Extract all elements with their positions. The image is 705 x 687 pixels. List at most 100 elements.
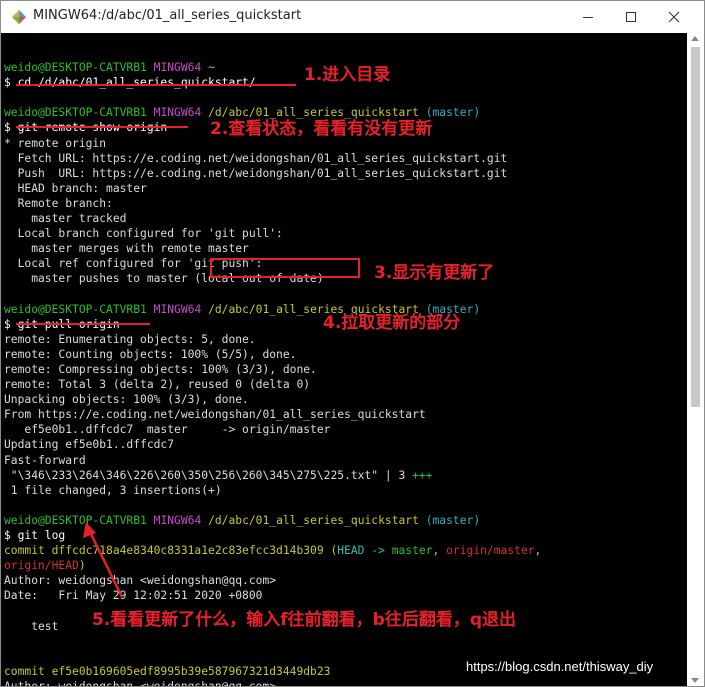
terminal-text-segment: HEAD -> (337, 544, 392, 558)
terminal-text-segment: commit dffcdc718a4e8340c8331a1e2c83efcc3… (4, 544, 324, 558)
underline-remote-show (16, 126, 188, 128)
terminal-text-segment: * remote origin (4, 136, 107, 150)
scroll-down-arrow-icon[interactable] (691, 678, 699, 683)
terminal-line: Fast-forward (4, 453, 686, 468)
terminal-text-segment: Unpacking objects: 100% (3/3), done. (4, 393, 249, 407)
terminal-text-segment: /d/abc/01_all_series_quickstart (208, 513, 419, 527)
terminal-line: remote: Total 3 (delta 2), reused 0 (del… (4, 377, 686, 392)
terminal-line: remote: Counting objects: 100% (5/5), do… (4, 347, 686, 362)
close-button[interactable] (654, 1, 694, 33)
terminal-line: Author: weidongshan <weidongshan@qq.com> (4, 573, 686, 588)
terminal-text-segment: $ git log (4, 529, 66, 542)
terminal-line: master merges with remote master (4, 241, 686, 256)
terminal-text-segment: master tracked (4, 212, 127, 226)
terminal-text-segment: master merges with remote master (4, 242, 249, 256)
terminal-text-segment: , (534, 544, 542, 558)
terminal-text-segment: ~ (208, 61, 215, 75)
terminal-line: Author: weidongshan <weidongshan@qq.com> (4, 679, 686, 687)
terminal-text-segment: Author: weidongshan <weidongshan@qq.com> (4, 574, 277, 588)
terminal-text-segment: HEAD branch: master (4, 181, 147, 195)
terminal-text-segment: weido@DESKTOP-CATVRB1 (4, 513, 154, 527)
terminal-line: Date: Fri May 29 12:02:51 2020 +0800 (4, 588, 686, 603)
terminal-text-segment: remote: Compressing objects: 100% (3/3),… (4, 362, 317, 376)
annotation-step1: 1.进入目录 (304, 65, 391, 85)
terminal-text-segment: $ cd /d/abc/01_all_series_quickstart/ (4, 76, 256, 90)
close-icon (668, 11, 680, 23)
highlight-box-out-of-date (210, 258, 360, 278)
terminal-line: weido@DESKTOP-CATVRB1 MINGW64 /d/abc/01_… (4, 513, 686, 528)
terminal-text-segment: weido@DESKTOP-CATVRB1 (4, 106, 154, 120)
scrollbar-thumb[interactable] (691, 47, 700, 407)
terminal-text-segment: Author: weidongshan <weidongshan@qq.com> (4, 679, 277, 687)
terminal-text-segment: remote: Total 3 (delta 2), reused 0 (del… (4, 378, 311, 392)
terminal-line: remote: Enumerating objects: 5, done. (4, 332, 686, 347)
annotation-step3: 3.显示有更新了 (374, 263, 495, 283)
terminal-text-segment: remote: Counting objects: 100% (5/5), do… (4, 347, 297, 361)
mingw-diamond-icon (12, 10, 26, 24)
terminal-text-segment: ( (323, 544, 338, 558)
terminal-line: HEAD branch: master (4, 181, 686, 196)
terminal-line: origin/HEAD) (4, 558, 686, 573)
terminal-line: Updating ef5e0b1..dffcdc7 (4, 437, 686, 452)
terminal-text-segment: MINGW64 (153, 302, 209, 316)
terminal-window: MINGW64:/d/abc/01_all_series_quickstart … (0, 0, 705, 687)
underline-git-pull (16, 323, 150, 325)
annotation-step5: 5.看看更新了什么，输入f往前翻看，b往后翻看，q退出 (92, 610, 517, 630)
terminal-text-segment: remote: Enumerating objects: 5, done. (4, 332, 256, 346)
terminal-text-segment: "\346\233\264\346\226\260\350\256\260\34… (4, 468, 413, 482)
terminal-line: "\346\233\264\346\226\260\350\256\260\34… (4, 468, 686, 483)
terminal-text-segment: MINGW64 (153, 106, 209, 120)
terminal-text-segment: MINGW64 (153, 513, 209, 527)
terminal-text-segment: commit ef5e0b169605edf8995b39e587967321d… (4, 664, 331, 678)
terminal-text-segment: Local branch configured for 'git pull': (4, 227, 283, 241)
terminal-line: 1 file changed, 3 insertions(+) (4, 483, 686, 498)
terminal-text-segment: From https://e.coding.net/weidongshan/01… (4, 408, 426, 422)
terminal-line: Unpacking objects: 100% (3/3), done. (4, 392, 686, 407)
terminal-text-segment: Push URL: https://e.coding.net/weidongsh… (4, 166, 508, 180)
maximize-button[interactable] (611, 1, 651, 33)
minimize-icon (583, 17, 593, 18)
terminal-line: Fetch URL: https://e.coding.net/weidongs… (4, 151, 686, 166)
terminal-text-segment: Fast-forward (4, 453, 86, 467)
terminal-text-segment: origin/HEAD (4, 559, 79, 573)
terminal-text-segment: ef5e0b1..dffcdc7 master -> origin/master (4, 423, 331, 437)
terminal-line: Push URL: https://e.coding.net/weidongsh… (4, 166, 686, 181)
terminal-line: Remote branch: (4, 196, 686, 211)
terminal-text-segment: (master) (418, 513, 481, 527)
scroll-up-arrow-icon[interactable] (691, 36, 699, 41)
maximize-icon (626, 12, 636, 22)
annotation-step4: 4.拉取更新的部分 (323, 313, 461, 333)
terminal-text-segment: origin/master (446, 544, 535, 558)
terminal-text-segment: MINGW64 (153, 61, 209, 75)
terminal-line: $ git log (4, 528, 686, 543)
vertical-scrollbar[interactable] (687, 33, 704, 686)
terminal-line: Local branch configured for 'git pull': (4, 226, 686, 241)
terminal-text-segment: 1 file changed, 3 insertions(+) (4, 483, 222, 497)
terminal-line: From https://e.coding.net/weidongshan/01… (4, 407, 686, 422)
terminal-output[interactable]: weido@DESKTOP-CATVRB1 MINGW64 ~ $ cd /d/a… (4, 45, 686, 687)
terminal-text-segment: Fetch URL: https://e.coding.net/weidongs… (4, 151, 508, 165)
terminal-text-segment: ) (78, 559, 86, 573)
terminal-text-segment: Updating ef5e0b1..dffcdc7 (4, 438, 175, 452)
terminal-text-segment: weido@DESKTOP-CATVRB1 (4, 61, 154, 75)
terminal-text-segment: master (391, 544, 433, 558)
window-title: MINGW64:/d/abc/01_all_series_quickstart (33, 8, 302, 23)
underline-cd-command (16, 84, 296, 86)
watermark-text: https://blog.csdn.net/thisway_diy (466, 659, 654, 674)
terminal-text-segment: +++ (412, 468, 433, 482)
terminal-line: ef5e0b1..dffcdc7 master -> origin/master (4, 422, 686, 437)
title-bar[interactable]: MINGW64:/d/abc/01_all_series_quickstart (1, 1, 704, 33)
terminal-text-segment: Date: Fri May 29 12:02:51 2020 +0800 (4, 589, 263, 603)
terminal-text-segment: weido@DESKTOP-CATVRB1 (4, 302, 154, 316)
terminal-text-segment: Remote branch: (4, 196, 113, 210)
annotation-step2: 2.查看状态，看看有没有更新 (210, 119, 433, 139)
terminal-text-segment: test (4, 619, 59, 633)
minimize-button[interactable] (568, 1, 608, 33)
terminal-text-segment: , (432, 544, 447, 558)
terminal-line: master tracked (4, 211, 686, 226)
